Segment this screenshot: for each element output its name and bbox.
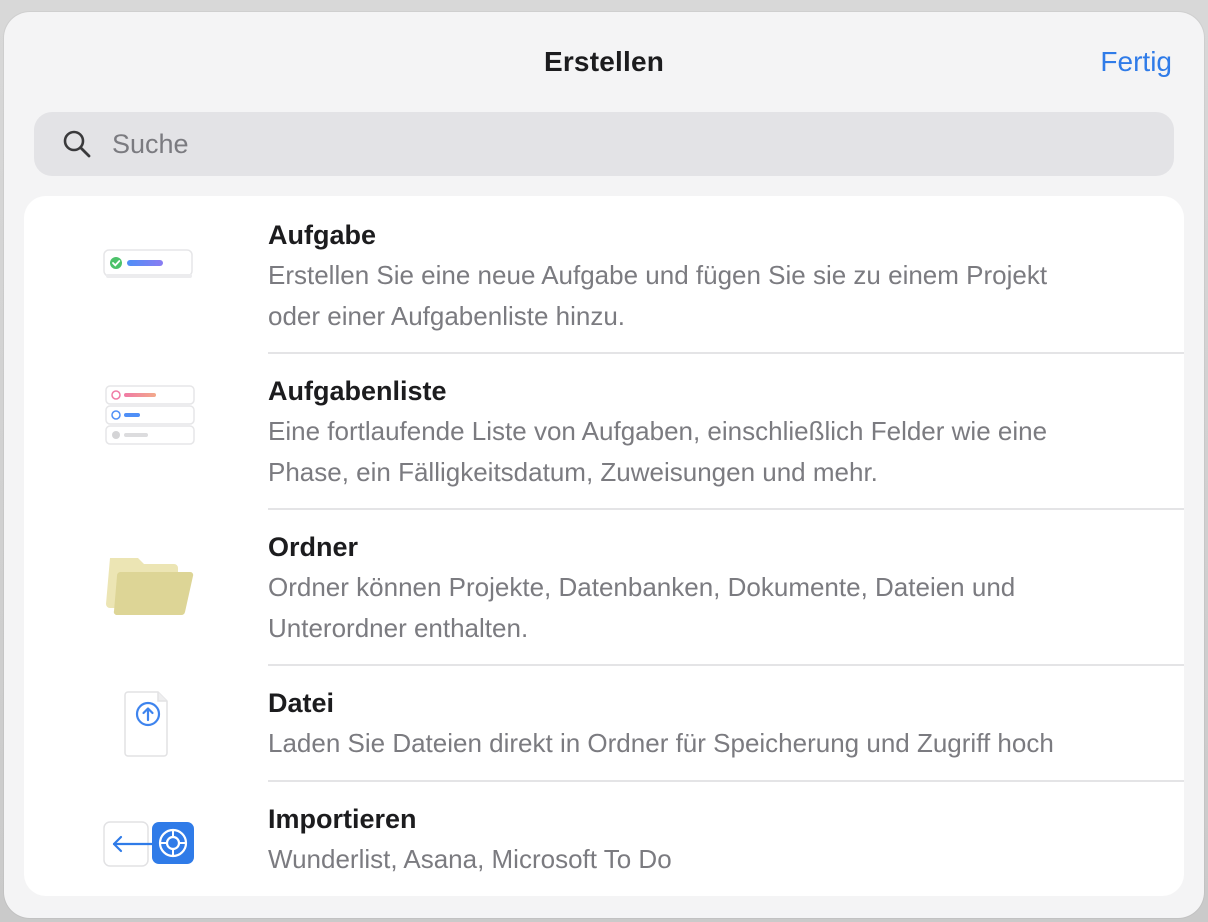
create-sheet: Erstellen Fertig Suche Aufgabe Erstellen…	[4, 12, 1204, 918]
list-item-aufgabenliste[interactable]: Aufgabenliste Eine fortlaufende Liste vo…	[24, 354, 1184, 508]
list-item-ordner[interactable]: Ordner Ordner können Projekte, Datenbank…	[24, 510, 1184, 664]
list-item-aufgabe[interactable]: Aufgabe Erstellen Sie eine neue Aufgabe …	[24, 196, 1184, 353]
list-item-importieren[interactable]: Importieren Wunderlist, Asana, Microsoft…	[24, 782, 1184, 896]
item-title: Datei	[268, 688, 335, 718]
item-description: Ordner können Projekte, Datenbanken, Dok…	[268, 572, 1016, 643]
item-description: Wunderlist, Asana, Microsoft To Do	[268, 844, 672, 874]
item-description: Erstellen Sie eine neue Aufgabe und füge…	[268, 260, 1048, 331]
task-list-icon	[94, 376, 204, 466]
search-input[interactable]	[110, 127, 1014, 161]
search-icon	[62, 129, 92, 159]
item-title: Aufgabe	[268, 220, 376, 250]
sheet-title: Erstellen	[543, 46, 665, 77]
search-bar[interactable]	[34, 112, 1174, 176]
item-description: Eine fortlaufende Liste von Aufgaben, ei…	[268, 416, 1048, 487]
folder-icon	[94, 538, 204, 628]
done-button[interactable]: Fertig	[1100, 46, 1172, 78]
item-description: Laden Sie Dateien direkt in Ordner für S…	[268, 728, 1054, 758]
file-upload-icon	[94, 676, 204, 766]
import-icon	[94, 800, 204, 890]
item-title: Aufgabenliste	[268, 376, 447, 406]
list-item-datei[interactable]: Datei Laden Sie Dateien direkt in Ordner…	[24, 666, 1184, 780]
task-icon	[94, 228, 204, 318]
item-title: Importieren	[268, 804, 417, 834]
create-options-list: Aufgabe Erstellen Sie eine neue Aufgabe …	[24, 196, 1184, 896]
item-title: Ordner	[268, 532, 359, 562]
